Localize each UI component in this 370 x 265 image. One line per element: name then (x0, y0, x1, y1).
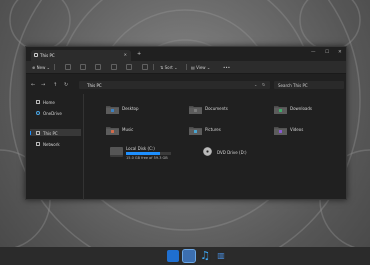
share-icon[interactable] (126, 64, 132, 70)
folder-music-icon (106, 127, 119, 135)
computer-icon (34, 53, 38, 57)
search-placeholder: Search This PC (278, 82, 308, 88)
folder-videos[interactable]: Videos (264, 124, 339, 138)
more-button[interactable]: ••• (223, 65, 230, 70)
sidebar-item-network[interactable]: Network (30, 140, 81, 147)
search-input[interactable]: Search This PC (274, 81, 344, 89)
folder-label: Pictures (205, 127, 221, 132)
delete-icon[interactable] (142, 64, 148, 70)
folder-desktop-icon (106, 106, 119, 114)
drive-dvd-d[interactable]: DVD Drive (D:) (203, 147, 273, 161)
tab-this-pc[interactable]: This PC ✕ (31, 50, 131, 61)
drive-usage-fill (126, 151, 160, 155)
sidebar-item-label: Home (43, 99, 55, 105)
new-button[interactable]: ⊕ New ⌄ (32, 65, 50, 70)
refresh-button[interactable]: ↻ (64, 82, 68, 88)
copy-icon[interactable] (80, 64, 86, 70)
folder-downloads-icon (274, 106, 287, 114)
file-explorer-window: This PC ✕ + — ☐ ✕ ⊕ New ⌄ ⇅ Sort ⌄ ▤ Vie… (25, 46, 347, 200)
minimize-button[interactable]: — (311, 50, 316, 55)
start-icon[interactable] (167, 250, 179, 262)
folder-label: Documents (205, 106, 228, 111)
address-path: This PC (87, 82, 102, 88)
sidebar-item-label: OneDrive (43, 110, 62, 116)
sort-button[interactable]: ⇅ Sort ⌄ (160, 65, 177, 70)
library-app-icon[interactable]: ▥ (215, 250, 227, 262)
view-label: View (196, 64, 206, 70)
chevron-down-icon[interactable]: ⌄ (254, 82, 257, 87)
drive-label: DVD Drive (D:) (217, 149, 247, 155)
computer-icon (36, 130, 40, 135)
folder-music[interactable]: Music (96, 124, 171, 138)
maximize-button[interactable]: ☐ (325, 50, 329, 55)
drive-free-text: 15.0 GB free of 59.3 GB (126, 156, 168, 160)
address-bar[interactable]: This PC ⌄ ↻ (79, 81, 270, 89)
toolbar-separator (186, 64, 187, 70)
sidebar-item-onedrive[interactable]: OneDrive (30, 109, 81, 116)
refresh-icon[interactable]: ↻ (262, 82, 265, 87)
folder-documents-icon (189, 106, 202, 114)
taskbar: ♫ ▥ (0, 247, 370, 265)
dvd-drive-icon (203, 147, 212, 156)
sidebar-item-this-pc[interactable]: This PC (30, 129, 81, 136)
folder-documents[interactable]: Documents (179, 103, 254, 117)
close-button[interactable]: ✕ (338, 50, 342, 55)
command-bar: ⊕ New ⌄ ⇅ Sort ⌄ ▤ View ⌄ ••• (26, 61, 346, 74)
network-icon (36, 141, 40, 146)
hard-drive-icon (110, 147, 123, 157)
sidebar-item-label: This PC (43, 130, 58, 136)
folder-desktop[interactable]: Desktop (96, 103, 171, 117)
new-tab-button[interactable]: + (137, 51, 141, 57)
forward-button[interactable]: → (41, 82, 45, 88)
up-button[interactable]: ↑ (53, 82, 57, 88)
selection-indicator (30, 130, 31, 135)
folder-label: Desktop (122, 106, 139, 111)
folder-label: Music (122, 127, 134, 132)
title-bar: This PC ✕ + — ☐ ✕ (26, 47, 346, 61)
drive-local-disk-c[interactable]: Local Disk (C:) 15.0 GB free of 59.3 GB (96, 145, 176, 163)
folder-label: Downloads (290, 106, 312, 111)
paste-icon[interactable] (95, 64, 101, 70)
cut-icon[interactable] (65, 64, 71, 70)
view-button[interactable]: ▤ View ⌄ (191, 65, 210, 70)
folder-downloads[interactable]: Downloads (264, 103, 339, 117)
sidebar-item-home[interactable]: Home (30, 98, 81, 105)
sidebar-item-label: Network (43, 141, 60, 147)
folder-pictures-icon (189, 127, 202, 135)
back-button[interactable]: ← (31, 82, 35, 88)
music-app-icon[interactable]: ♫ (199, 250, 211, 262)
folder-label: Videos (290, 127, 304, 132)
close-tab-button[interactable]: ✕ (124, 52, 127, 57)
folder-videos-icon (274, 127, 287, 135)
tab-label: This PC (40, 53, 55, 58)
content-area: Desktop Documents Downloads Music Pictures Vi… (86, 94, 346, 200)
file-explorer-icon[interactable] (182, 249, 196, 263)
sort-label: Sort (164, 64, 173, 70)
navigation-pane: Home OneDrive This PC Network (26, 94, 84, 200)
folder-pictures[interactable]: Pictures (179, 124, 254, 138)
toolbar-separator (54, 64, 55, 70)
home-icon (36, 99, 40, 104)
drive-label: Local Disk (C:) (126, 146, 155, 151)
new-label: New (36, 64, 46, 70)
address-row: ← → ↑ ↻ This PC ⌄ ↻ Search This PC (26, 81, 346, 90)
rename-icon[interactable] (111, 64, 117, 70)
cloud-icon (36, 110, 40, 115)
drive-usage-bar (126, 151, 171, 155)
toolbar-separator (153, 64, 154, 70)
